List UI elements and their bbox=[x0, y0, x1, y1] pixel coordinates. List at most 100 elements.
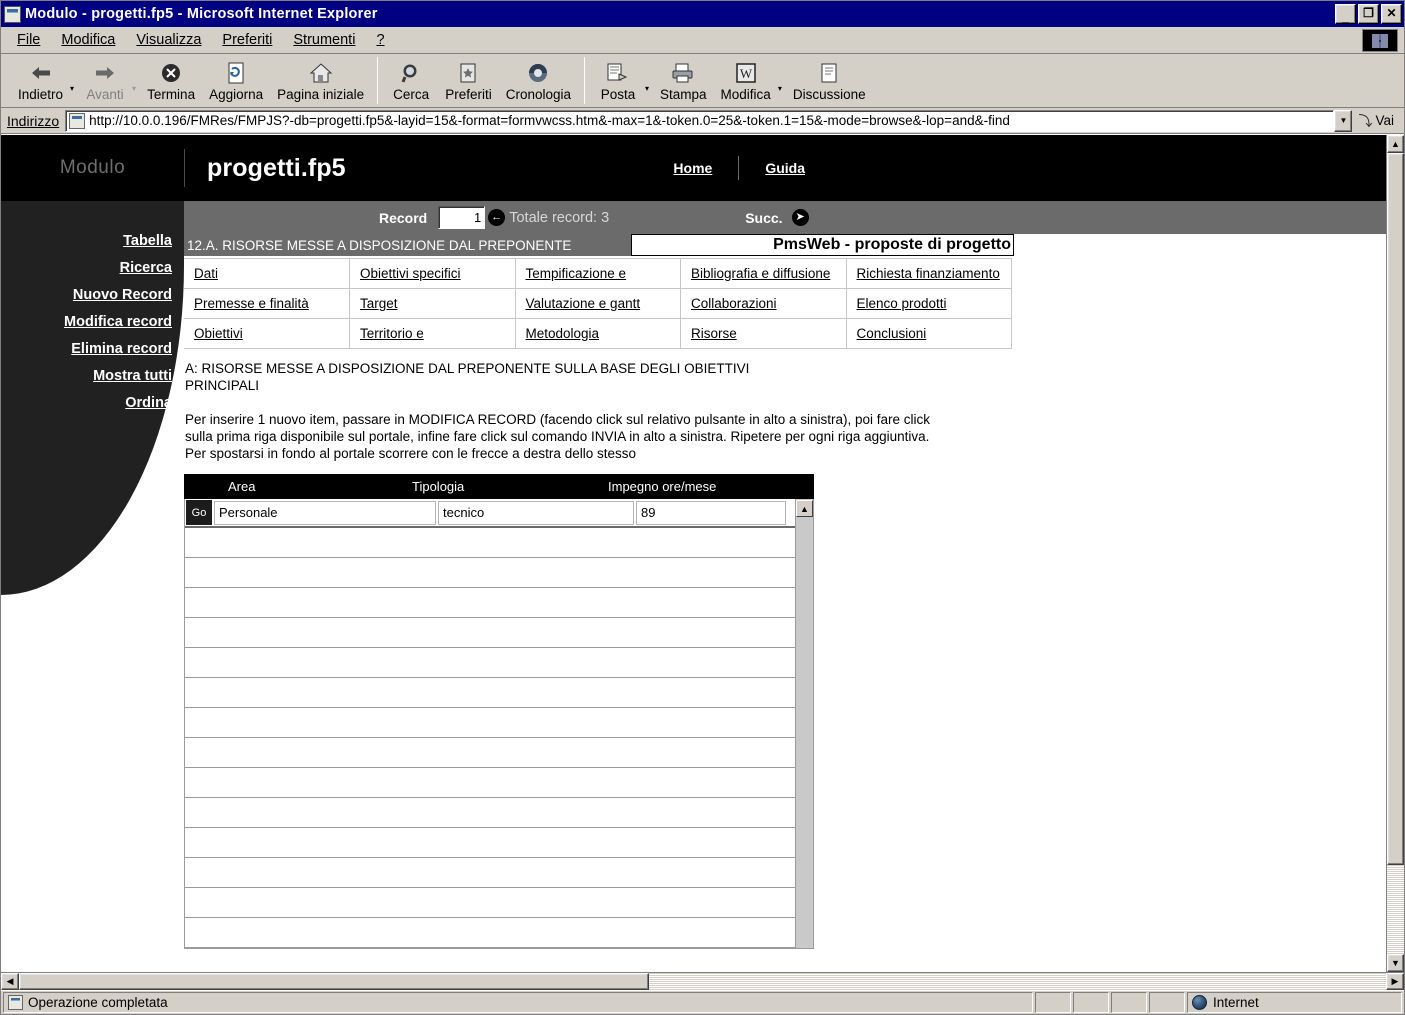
status-zone-panel[interactable]: Internet bbox=[1187, 992, 1402, 1013]
vertical-scroll-track[interactable] bbox=[1387, 865, 1404, 954]
navlink-premesse-finalita[interactable]: Premesse e finalità bbox=[194, 296, 309, 311]
toolbar-discussion-button[interactable]: Discussione bbox=[786, 54, 873, 107]
toolbar-stop-button[interactable]: Termina bbox=[140, 54, 202, 107]
table-row-empty[interactable] bbox=[185, 678, 795, 708]
next-record-button[interactable]: Succ. ➤ bbox=[745, 209, 809, 226]
toolbar-search-button[interactable]: Cerca bbox=[384, 54, 438, 107]
sidebar-item-modifica-record[interactable]: Modifica record bbox=[1, 309, 184, 336]
record-number-input[interactable]: 1 bbox=[438, 206, 486, 229]
menu-preferiti[interactable]: Preferiti bbox=[212, 29, 283, 51]
navlink-risorse[interactable]: Risorse bbox=[691, 326, 737, 341]
scroll-right-button[interactable]: ▶ bbox=[1386, 973, 1404, 990]
navgrid-cell[interactable]: Tempificazione e bbox=[514, 258, 681, 289]
navgrid-cell[interactable]: Obiettivi bbox=[184, 318, 350, 349]
toolbar-history-button[interactable]: Cronologia bbox=[499, 54, 578, 107]
navgrid-cell[interactable]: Richiesta finanziamento bbox=[845, 258, 1012, 289]
navgrid-cell[interactable]: Collaborazioni bbox=[680, 288, 847, 319]
cell-tipologia[interactable]: tecnico bbox=[438, 500, 634, 525]
header-link-home[interactable]: Home bbox=[647, 160, 738, 176]
cell-impegno[interactable]: 89 bbox=[636, 500, 786, 525]
navlink-dati[interactable]: Dati bbox=[194, 266, 218, 281]
close-button[interactable]: ✕ bbox=[1381, 4, 1402, 24]
navlink-conclusioni[interactable]: Conclusioni bbox=[857, 326, 927, 341]
table-row-empty[interactable] bbox=[185, 708, 795, 738]
scroll-left-button[interactable]: ◀ bbox=[1, 973, 19, 990]
navlink-target[interactable]: Target bbox=[360, 296, 398, 311]
table-row-empty[interactable] bbox=[185, 618, 795, 648]
portal-scrollbar[interactable]: ▲ bbox=[795, 499, 813, 948]
scroll-up-icon[interactable]: ▲ bbox=[796, 500, 813, 517]
sidebar-item-tabella[interactable]: Tabella bbox=[1, 228, 184, 255]
navlink-valutazione-gantt[interactable]: Valutazione e gantt bbox=[526, 296, 641, 311]
navlink-metodologia[interactable]: Metodologia bbox=[526, 326, 600, 341]
page-vertical-scrollbar[interactable]: ▲ ▼ bbox=[1386, 135, 1404, 972]
table-row-empty[interactable] bbox=[185, 558, 795, 588]
scroll-up-button[interactable]: ▲ bbox=[1387, 135, 1404, 153]
table-row-empty[interactable] bbox=[185, 648, 795, 678]
navgrid-cell[interactable]: Obiettivi specifici bbox=[349, 258, 516, 289]
horizontal-scroll-track[interactable] bbox=[649, 973, 1386, 990]
portal-scroll-track[interactable] bbox=[797, 519, 812, 948]
forward-dropdown-arrow-icon[interactable]: ▾ bbox=[132, 54, 140, 107]
toolbar-mail-button[interactable]: Posta bbox=[591, 54, 645, 107]
menu-visualizza[interactable]: Visualizza bbox=[126, 29, 212, 51]
address-input[interactable]: http://10.0.0.196/FMRes/FMPJS?-db=proget… bbox=[65, 109, 1335, 132]
navgrid-cell[interactable]: Risorse bbox=[680, 318, 847, 349]
page-horizontal-scrollbar[interactable]: ◀ ▶ bbox=[1, 972, 1404, 990]
edit-dropdown-arrow-icon[interactable]: ▾ bbox=[778, 54, 786, 107]
navlink-bibliografia[interactable]: Bibliografia e diffusione bbox=[691, 266, 830, 281]
menu-strumenti[interactable]: Strumenti bbox=[283, 29, 366, 51]
navlink-collaborazioni[interactable]: Collaborazioni bbox=[691, 296, 777, 311]
table-row-empty[interactable] bbox=[185, 798, 795, 828]
mail-dropdown-arrow-icon[interactable]: ▾ bbox=[645, 54, 653, 107]
sidebar-item-ricerca[interactable]: Ricerca bbox=[1, 255, 184, 282]
go-button-row[interactable]: Go bbox=[186, 500, 212, 525]
navgrid-cell[interactable]: Valutazione e gantt bbox=[514, 288, 681, 319]
address-dropdown-button[interactable]: ▼ bbox=[1334, 109, 1353, 132]
table-row-empty[interactable] bbox=[185, 858, 795, 888]
navgrid-cell[interactable]: Bibliografia e diffusione bbox=[680, 258, 847, 289]
table-row-empty[interactable] bbox=[185, 738, 795, 768]
menu-file[interactable]: File bbox=[7, 29, 51, 51]
navlink-elenco-prodotti[interactable]: Elenco prodotti bbox=[857, 296, 947, 311]
toolbar-print-button[interactable]: Stampa bbox=[653, 54, 714, 107]
navgrid-cell[interactable]: Elenco prodotti bbox=[845, 288, 1012, 319]
menu-help[interactable]: ? bbox=[366, 29, 395, 51]
toolbar-refresh-button[interactable]: Aggiorna bbox=[202, 54, 270, 107]
toolbar-home-button[interactable]: Pagina iniziale bbox=[270, 54, 371, 107]
navlink-richiesta-finanziamento[interactable]: Richiesta finanziamento bbox=[857, 266, 1000, 281]
vertical-scroll-thumb[interactable] bbox=[1387, 153, 1404, 865]
navgrid-cell[interactable]: Target bbox=[349, 288, 516, 319]
navlink-territorio[interactable]: Territorio e bbox=[360, 326, 424, 341]
navlink-obiettivi[interactable]: Obiettivi bbox=[194, 326, 243, 341]
toolbar-favorites-button[interactable]: Preferiti bbox=[438, 54, 499, 107]
toolbar-back-button[interactable]: Indietro bbox=[11, 54, 70, 107]
navgrid-cell[interactable]: Conclusioni bbox=[845, 318, 1012, 349]
table-row-empty[interactable] bbox=[185, 588, 795, 618]
toolbar-forward-button[interactable]: Avanti bbox=[78, 54, 132, 107]
navlink-obiettivi-specifici[interactable]: Obiettivi specifici bbox=[360, 266, 461, 281]
back-dropdown-arrow-icon[interactable]: ▾ bbox=[70, 54, 78, 107]
toolbar-edit-button[interactable]: W Modifica bbox=[714, 54, 778, 107]
navgrid-cell[interactable]: Territorio e bbox=[349, 318, 516, 349]
sidebar-item-ordina[interactable]: Ordina bbox=[1, 390, 184, 417]
table-row-empty[interactable] bbox=[185, 828, 795, 858]
navgrid-cell[interactable]: Dati bbox=[184, 258, 350, 289]
table-row-empty[interactable] bbox=[185, 888, 795, 918]
navlink-tempificazione[interactable]: Tempificazione e bbox=[526, 266, 627, 281]
go-button[interactable]: ⤵ Vai bbox=[1352, 111, 1402, 131]
navgrid-cell[interactable]: Metodologia bbox=[514, 318, 681, 349]
table-row-empty[interactable] bbox=[185, 528, 795, 558]
menu-modifica[interactable]: Modifica bbox=[51, 29, 126, 51]
maximize-button[interactable]: ❐ bbox=[1358, 4, 1379, 24]
table-row-empty[interactable] bbox=[185, 918, 795, 948]
cell-area[interactable]: Personale bbox=[214, 500, 436, 525]
minimize-button[interactable]: _ bbox=[1335, 4, 1356, 24]
previous-record-icon[interactable]: ← bbox=[488, 209, 506, 226]
table-row-empty[interactable] bbox=[185, 768, 795, 798]
sidebar-item-mostra-tutti[interactable]: Mostra tutti bbox=[1, 363, 184, 390]
navgrid-cell[interactable]: Premesse e finalità bbox=[184, 288, 350, 319]
scroll-down-button[interactable]: ▼ bbox=[1387, 954, 1404, 972]
table-row[interactable]: Go Personale tecnico 89 bbox=[185, 499, 795, 528]
sidebar-item-elimina-record[interactable]: Elimina record bbox=[1, 336, 184, 363]
